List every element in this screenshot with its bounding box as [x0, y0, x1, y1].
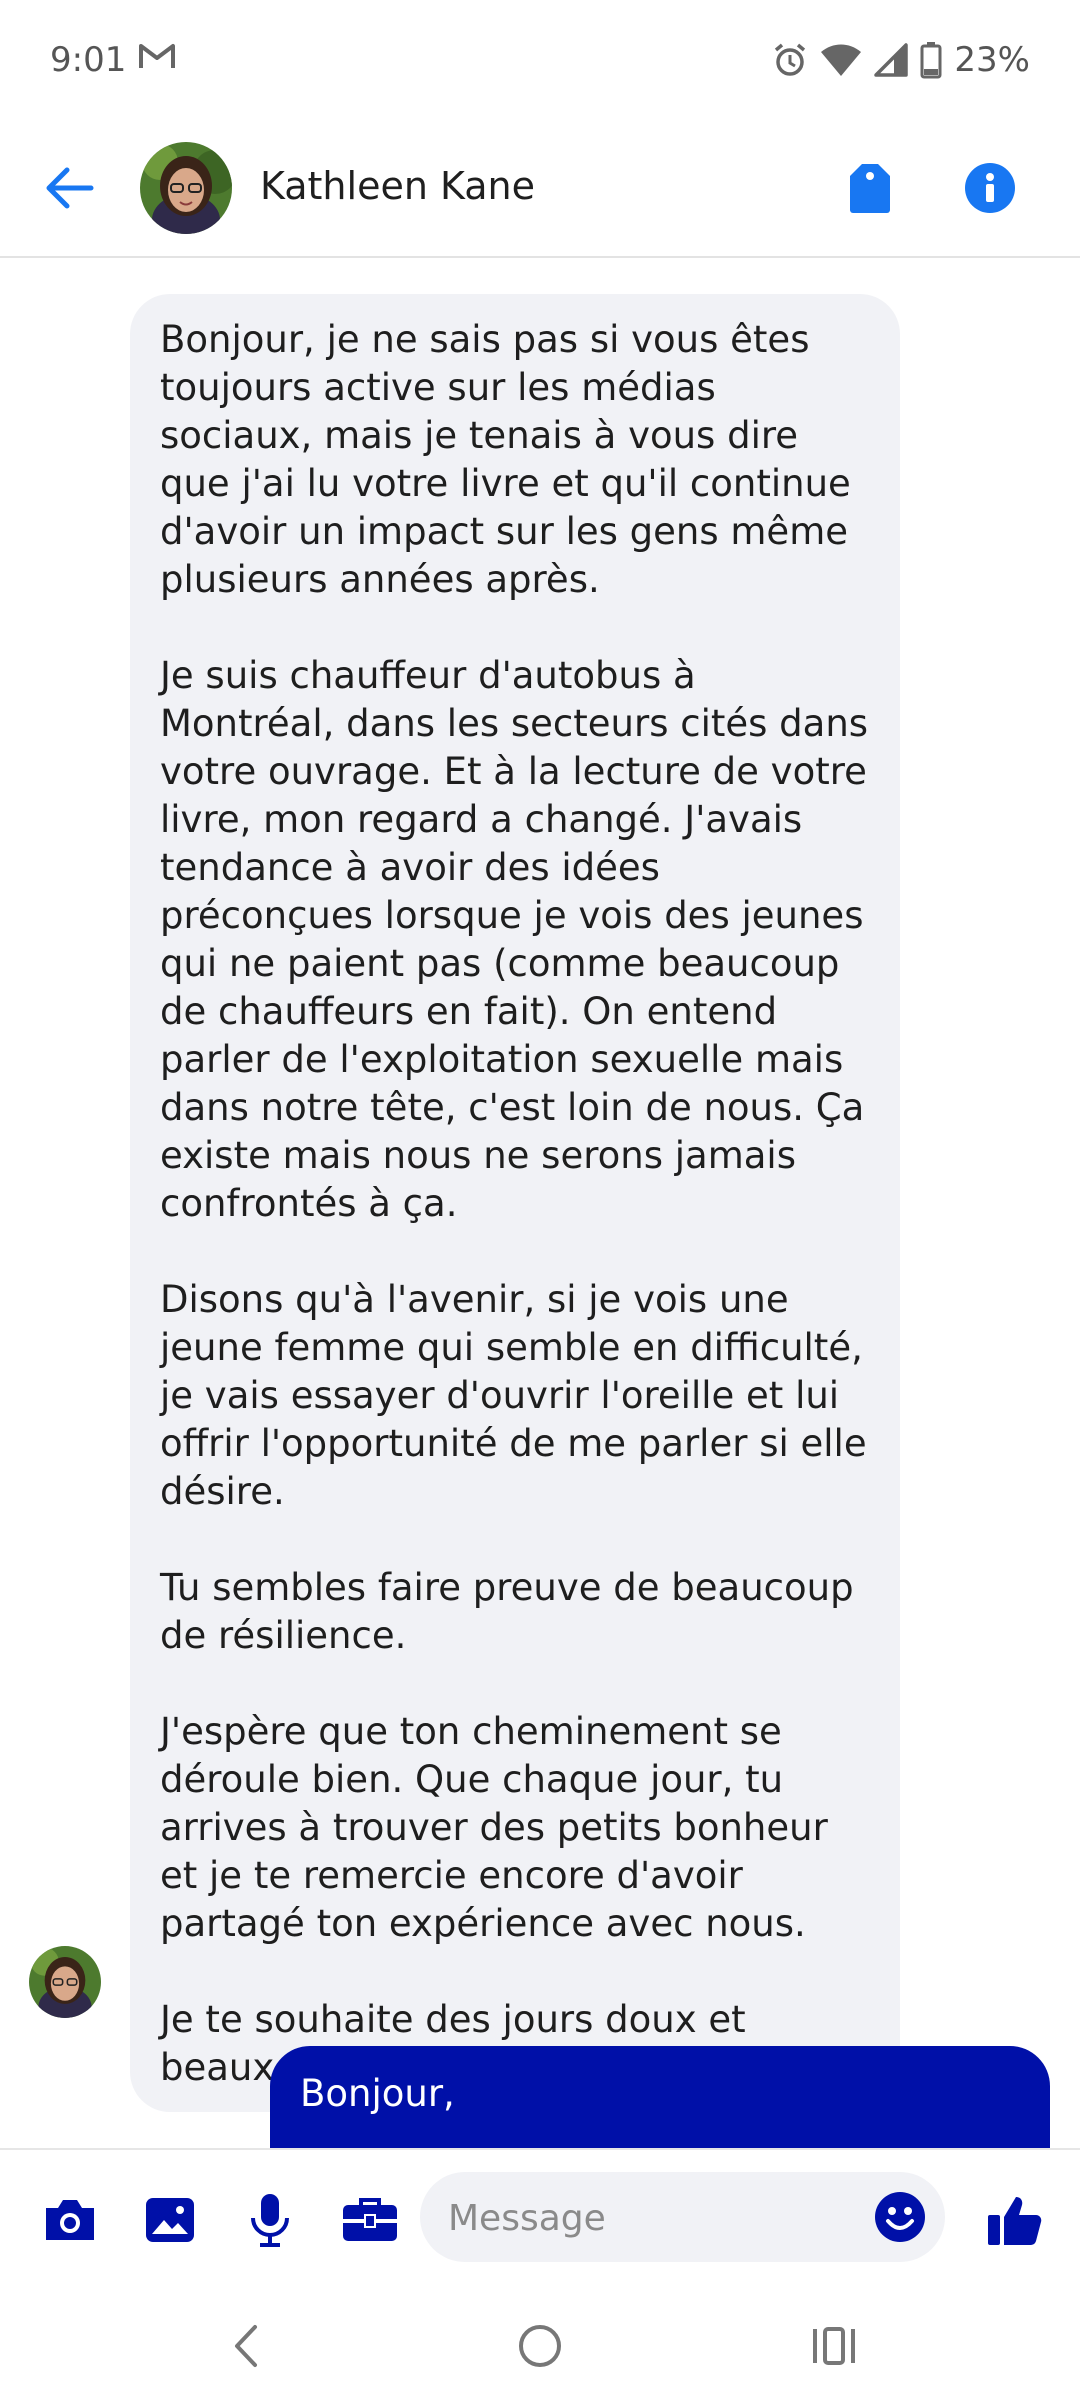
outgoing-message-bubble[interactable]: Bonjour, [270, 2046, 1050, 2148]
message-paragraph: Bonjour, je ne sais pas si vous êtes tou… [160, 318, 851, 601]
thumbs-up-icon[interactable] [978, 2184, 1050, 2256]
back-arrow-icon[interactable] [40, 158, 100, 218]
battery-icon [920, 41, 942, 79]
message-paragraph: Tu sembles faire preuve de beaucoup de r… [160, 1566, 854, 1657]
gallery-icon[interactable] [134, 2184, 206, 2256]
status-time: 9:01 [50, 40, 127, 80]
message-composer [0, 2148, 1080, 2288]
microphone-icon[interactable] [234, 2184, 306, 2256]
conversation[interactable]: Bonjour, je ne sais pas si vous êtes tou… [0, 260, 1080, 2148]
camera-icon[interactable] [34, 2184, 106, 2256]
incoming-message-bubble[interactable]: Bonjour, je ne sais pas si vous êtes tou… [130, 294, 900, 2112]
message-paragraph: Je suis chauffeur d'autobus à Montréal, … [160, 654, 869, 1225]
gmail-icon [138, 40, 176, 80]
wifi-icon [820, 43, 862, 77]
recents-nav-icon[interactable] [798, 2310, 870, 2382]
home-nav-icon[interactable] [504, 2310, 576, 2382]
avatar[interactable] [140, 142, 232, 234]
status-left: 9:01 [50, 40, 176, 80]
message-input[interactable] [446, 2172, 850, 2264]
status-right: 23% [772, 40, 1030, 80]
briefcase-icon[interactable] [334, 2184, 406, 2256]
system-nav-bar [0, 2288, 1080, 2400]
emoji-icon[interactable] [871, 2188, 929, 2246]
chat-header: Kathleen Kane [0, 120, 1080, 258]
status-bar: 9:01 23% [0, 0, 1080, 120]
message-paragraph: Disons qu'à l'avenir, si je vois une jeu… [160, 1278, 867, 1513]
message-input-container[interactable] [420, 2172, 945, 2264]
contact-name[interactable]: Kathleen Kane [260, 164, 535, 208]
battery-percent: 23% [954, 40, 1030, 80]
message-paragraph: J'espère que ton cheminement se déroule … [160, 1710, 828, 1945]
signal-icon [874, 43, 909, 77]
info-icon[interactable] [960, 158, 1020, 218]
tag-icon[interactable] [840, 158, 900, 218]
outgoing-message-text: Bonjour, [300, 2072, 455, 2115]
sender-avatar[interactable] [29, 1946, 101, 2018]
back-nav-icon[interactable] [210, 2310, 282, 2382]
alarm-icon [772, 42, 808, 78]
